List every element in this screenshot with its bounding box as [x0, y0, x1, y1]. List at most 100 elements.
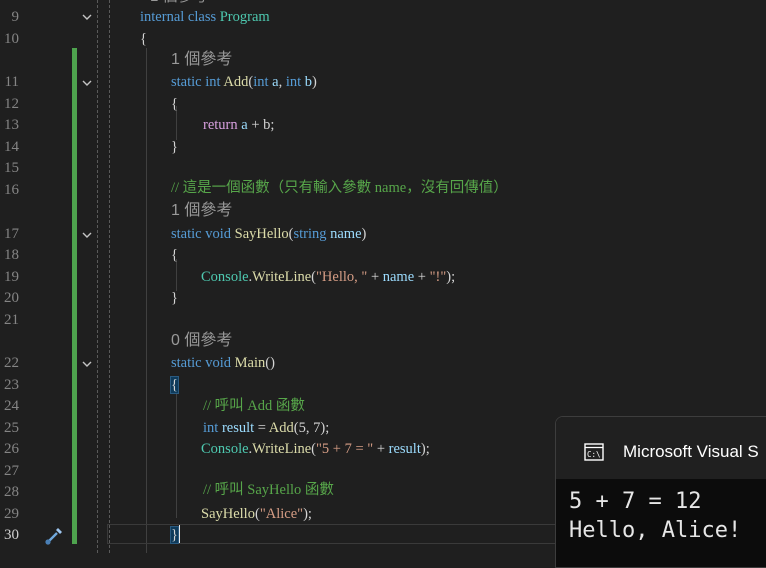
token: }	[171, 139, 178, 155]
method-name: WriteLine	[252, 441, 312, 457]
string-literal: "5 + 7 = "	[316, 441, 374, 457]
matched-brace: }	[170, 526, 179, 544]
line-number: 15	[4, 160, 19, 176]
fold-chevron-icon[interactable]	[81, 229, 93, 241]
matched-brace: {	[170, 376, 179, 394]
line-number: 18	[4, 247, 19, 263]
token: }	[171, 290, 178, 306]
code-line: Console.WriteLine("Hello, " + name + "!"…	[201, 266, 455, 288]
parameter: b	[304, 74, 313, 90]
token: ,	[278, 74, 286, 90]
class-name: Console	[201, 269, 249, 285]
code-line: }	[171, 287, 178, 309]
indent-guide	[176, 388, 177, 518]
token: )	[312, 74, 317, 90]
indent-guide	[146, 48, 147, 553]
line-number: 12	[4, 96, 19, 112]
line-number: 30	[4, 527, 19, 543]
code-line: }	[171, 136, 178, 158]
line-number: 27	[4, 463, 19, 479]
code-line: SayHello("Alice");	[201, 503, 312, 525]
class-name: Console	[201, 441, 249, 457]
gutter-separator	[97, 0, 98, 553]
console-titlebar[interactable]: C:\ Microsoft Visual S	[556, 417, 766, 479]
local-variable: result	[221, 420, 255, 436]
token: );	[446, 269, 456, 285]
method-name: WriteLine	[252, 269, 312, 285]
token: +	[373, 441, 389, 457]
code-line: Console.WriteLine("5 + 7 = " + result);	[201, 438, 430, 460]
line-number: 20	[4, 290, 19, 306]
svg-text:C:\: C:\	[587, 450, 601, 459]
string-literal: "Alice"	[259, 506, 304, 522]
code-line: static void SayHello(string name)	[171, 223, 366, 245]
line-number: 23	[4, 377, 19, 393]
token: =	[254, 420, 269, 436]
token: +	[367, 269, 383, 285]
line-number: 9	[11, 9, 20, 25]
string-literal: "Hello, "	[316, 269, 368, 285]
gutter-separator	[109, 0, 110, 553]
text-caret	[179, 525, 180, 543]
keyword: static	[171, 355, 202, 371]
parameter: name	[382, 269, 415, 285]
method-name: Add	[223, 74, 249, 90]
keyword: static	[171, 226, 202, 242]
line-number: 10	[4, 31, 19, 47]
code-lens-references[interactable]: 1 個參考	[171, 200, 232, 222]
token: )	[361, 226, 367, 242]
line-number: 26	[4, 441, 19, 457]
code-lens-references[interactable]: 0 個參考	[171, 330, 232, 352]
token: {	[140, 31, 147, 47]
parameter: name	[330, 226, 362, 242]
code-line: {	[171, 244, 178, 266]
token: );	[303, 506, 312, 522]
code-line: return a + b;	[203, 114, 274, 136]
fold-chevron-icon[interactable]	[81, 77, 93, 89]
number-literal: 5	[298, 420, 306, 436]
token: ()	[265, 355, 275, 371]
code-line: int result = Add(5, 7);	[203, 417, 329, 439]
keyword: return	[203, 117, 238, 133]
method-name: Add	[268, 420, 294, 436]
line-number: 25	[4, 420, 19, 436]
token: );	[320, 420, 330, 436]
keyword: class	[187, 9, 217, 25]
code-line: {	[170, 374, 179, 396]
code-line: {	[171, 93, 178, 115]
string-literal: "!"	[429, 269, 447, 285]
line-number: 29	[4, 506, 19, 522]
code-line: static int Add(int a, int b)	[171, 71, 317, 93]
line-number: 19	[4, 269, 19, 285]
method-name: SayHello	[201, 506, 255, 522]
code-lens-references[interactable]: 1 個參考	[171, 49, 232, 71]
line-number: 28	[4, 484, 19, 500]
console-output-line: Hello, Alice!	[569, 518, 742, 543]
code-line: }	[170, 524, 179, 546]
code-comment: // 這是一個函數（只有輸入參數 name，沒有回傳值）	[171, 180, 508, 196]
class-name: Program	[219, 9, 270, 25]
quick-actions-brush-icon[interactable]	[42, 524, 66, 548]
change-indicator-bar	[72, 48, 77, 544]
console-window[interactable]: C:\ Microsoft Visual S 5 + 7 = 12 Hello,…	[555, 416, 766, 568]
code-line: static void Main()	[171, 352, 275, 374]
code-line: {	[140, 28, 147, 50]
keyword: void	[205, 355, 232, 371]
code-line: internal class Program	[140, 6, 270, 28]
keyword: void	[205, 226, 232, 242]
console-app-icon: C:\	[584, 443, 604, 461]
method-name: SayHello	[234, 226, 289, 242]
console-output-line: 5 + 7 = 12	[569, 489, 702, 514]
keyword: int	[285, 74, 302, 90]
fold-chevron-icon[interactable]	[81, 11, 93, 23]
line-number: 13	[4, 117, 19, 133]
local-variable: result	[388, 441, 421, 457]
line-number: 24	[4, 398, 19, 414]
token: +	[414, 269, 430, 285]
token: );	[420, 441, 430, 457]
line-number: 17	[4, 226, 19, 242]
fold-chevron-icon[interactable]	[81, 358, 93, 370]
keyword: int	[205, 74, 221, 90]
line-number: 16	[4, 182, 19, 198]
method-name: Main	[234, 355, 266, 371]
